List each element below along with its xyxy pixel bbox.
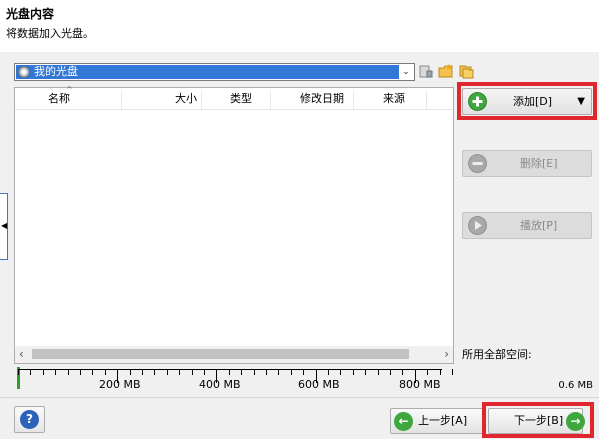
disc-selected-value: 我的光盘	[16, 65, 399, 79]
capacity-ruler: 200 MB 400 MB 600 MB 800 MB	[14, 366, 454, 394]
properties-icon[interactable]	[418, 63, 434, 79]
ruler-tick	[253, 369, 255, 375]
ruler-label: 400 MB	[199, 378, 241, 391]
ruler-tick	[67, 369, 69, 375]
column-name[interactable]: 名称	[48, 88, 70, 110]
total-space-value: 0.6 MB	[558, 380, 593, 391]
ruler-tick	[352, 369, 354, 375]
minus-icon	[468, 154, 487, 173]
ruler-tick	[228, 369, 230, 375]
ruler-tick	[55, 369, 57, 375]
column-modified[interactable]: 修改日期	[300, 88, 344, 110]
ruler-tick	[142, 369, 143, 375]
horizontal-scrollbar[interactable]: ‹ ›	[15, 346, 453, 363]
help-icon: ?	[20, 410, 39, 429]
add-button-highlight	[457, 82, 597, 120]
column-size[interactable]: 大小	[175, 88, 197, 110]
ruler-tick	[340, 369, 342, 375]
header-panel: 光盘内容 将数据加入光盘。	[0, 0, 599, 52]
column-source[interactable]: 来源	[383, 88, 405, 110]
ruler-tick	[80, 369, 81, 375]
disc-icon	[18, 66, 30, 78]
column-divider[interactable]	[270, 91, 271, 109]
play-button-label: 播放[P]	[520, 219, 558, 232]
column-divider[interactable]	[353, 91, 354, 109]
play-icon	[468, 216, 487, 235]
delete-button-label: 删除[E]	[520, 157, 558, 170]
back-button[interactable]: ← 上一步[A]	[390, 408, 485, 434]
footer-divider	[0, 397, 599, 398]
ruler-tick	[191, 369, 193, 375]
ruler-tick	[92, 369, 94, 375]
ruler-tick	[290, 369, 292, 375]
ruler-tick	[328, 369, 329, 375]
page-title: 光盘内容	[6, 7, 55, 21]
ruler-tick	[179, 369, 181, 375]
scroll-right-icon[interactable]: ›	[444, 346, 449, 363]
disc-selector[interactable]: 我的光盘 ⌄	[14, 63, 415, 81]
column-headers: ^ 名称 大小 类型 修改日期 来源	[15, 85, 453, 110]
ruler-tick	[377, 369, 379, 375]
play-button[interactable]: 播放[P]	[462, 212, 592, 239]
next-button-highlight	[482, 402, 594, 438]
ruler-tick	[303, 369, 305, 375]
collapse-panel-tab[interactable]: ◀	[0, 193, 8, 260]
ruler-tick	[104, 369, 106, 375]
ruler-tick	[278, 369, 280, 375]
ruler-tick	[18, 369, 19, 375]
ruler-label: 600 MB	[298, 378, 340, 391]
copy-icon[interactable]	[458, 63, 474, 79]
total-space-label: 所用全部空间:	[462, 348, 532, 361]
scroll-thumb[interactable]	[32, 349, 409, 359]
ruler-tick	[154, 369, 156, 375]
delete-button[interactable]: 删除[E]	[462, 150, 592, 177]
ruler-tick	[30, 369, 32, 375]
column-divider[interactable]	[201, 91, 202, 109]
page-subtitle: 将数据加入光盘。	[6, 27, 94, 40]
new-folder-icon[interactable]	[438, 63, 454, 79]
help-button[interactable]: ?	[14, 406, 45, 433]
ruler-tick	[452, 369, 453, 375]
chevron-down-icon[interactable]: ⌄	[399, 65, 413, 79]
ruler-tick	[204, 369, 205, 375]
column-divider[interactable]	[426, 91, 427, 109]
ruler-tick	[427, 369, 429, 375]
file-list[interactable]: ^ 名称 大小 类型 修改日期 来源 ‹ ›	[14, 85, 454, 364]
column-type[interactable]: 类型	[230, 88, 252, 110]
back-button-label: 上一步[A]	[418, 414, 468, 427]
ruler-tick	[129, 369, 131, 375]
ruler-tick	[402, 369, 404, 375]
ruler-tick	[166, 369, 168, 375]
ruler-tick	[42, 369, 44, 375]
ruler-tick	[390, 369, 391, 375]
ruler-label: 200 MB	[99, 378, 141, 391]
scroll-left-icon[interactable]: ‹	[19, 346, 24, 363]
triangle-left-icon: ◀	[1, 221, 8, 230]
ruler-label: 800 MB	[399, 378, 441, 391]
ruler-tick	[241, 369, 243, 375]
column-divider[interactable]	[121, 91, 122, 109]
arrow-left-icon: ←	[394, 412, 413, 431]
ruler-tick	[266, 369, 267, 375]
ruler-tick	[439, 369, 441, 375]
ruler-tick	[365, 369, 367, 375]
